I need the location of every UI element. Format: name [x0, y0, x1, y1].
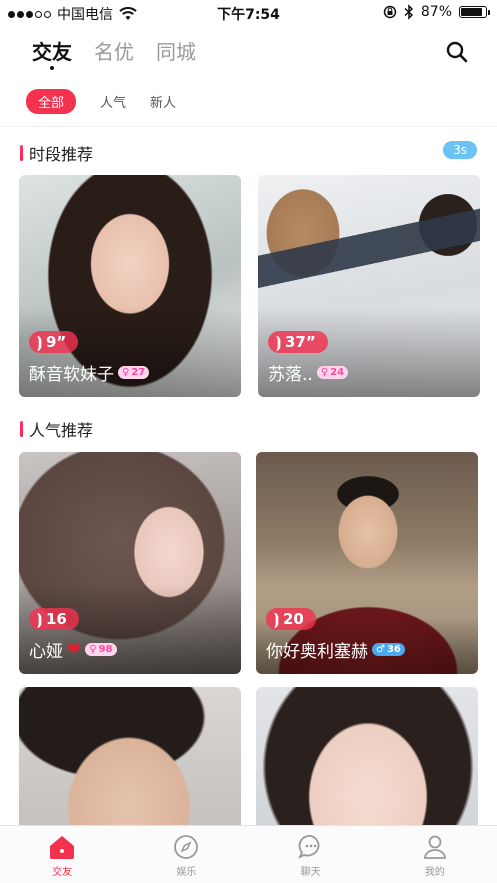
nav-yule[interactable]: 娱乐: [124, 826, 248, 883]
user-name-row: 苏落.. ♀ 24: [268, 360, 349, 385]
user-name-row: 酥音软妹子 ♀ 27: [29, 360, 150, 385]
filter-chips: 全部 人气 新人: [26, 89, 176, 114]
tab-jiaoyou[interactable]: 交友: [32, 36, 72, 70]
home-icon: [50, 836, 75, 859]
count-value: 24: [330, 367, 345, 378]
count-badge: ♂ 36: [372, 643, 405, 656]
count-badge: ♀ 24: [316, 366, 349, 379]
status-bar: 中国电信 下午7:54 87%: [0, 0, 497, 26]
tab-label: 同城: [156, 40, 196, 64]
voice-duration-badge[interactable]: ⦘ 37”: [268, 331, 328, 353]
user-photo: [19, 687, 241, 847]
filter-all[interactable]: 全部: [26, 89, 77, 114]
voice-duration-badge[interactable]: ⦘ 9”: [29, 331, 79, 353]
count-badge: ♀ 27: [118, 366, 150, 379]
female-symbol-icon: ♀: [89, 644, 97, 655]
voice-duration: 37”: [285, 333, 316, 351]
profile-icon: [423, 835, 446, 859]
user-card[interactable]: ⦘ 37” 苏落.. ♀ 24: [258, 175, 480, 397]
user-name: 酥音软妹子: [29, 365, 114, 385]
user-name: 苏落..: [268, 365, 313, 385]
search-icon[interactable]: [445, 40, 469, 64]
battery-icon: [459, 6, 490, 18]
count-badge: ♀ 98: [85, 643, 117, 656]
section-title-text: 时段推荐: [29, 145, 94, 164]
section-title-text: 人气推荐: [29, 421, 94, 440]
section-popular-title: 人气推荐: [20, 417, 93, 441]
user-card[interactable]: ⦘ 9” 酥音软妹子 ♀ 27: [19, 175, 241, 397]
section-time-slot-title: 时段推荐: [20, 141, 93, 165]
timer-badge: 3s: [443, 141, 477, 159]
user-card[interactable]: ⦘ 20 你好奥利塞赫 ♂ 36: [256, 452, 478, 674]
user-name-row: 你好奥利塞赫 ♂ 36: [266, 637, 405, 662]
female-symbol-icon: ♀: [320, 367, 329, 378]
divider: [0, 126, 497, 127]
voice-wave-icon: ⦘: [276, 333, 281, 351]
voice-wave-icon: ⦘: [274, 610, 279, 628]
voice-duration-badge[interactable]: ⦘ 16: [29, 608, 79, 630]
tab-tongcheng[interactable]: 同城: [156, 36, 196, 65]
compass-icon: [174, 835, 199, 859]
nav-liaotian[interactable]: 聊天: [249, 826, 373, 883]
count-value: 98: [98, 644, 113, 655]
female-symbol-icon: ♀: [122, 367, 130, 378]
nav-label: 我的: [424, 867, 445, 878]
active-tab-indicator: [50, 66, 54, 70]
male-symbol-icon: ♂: [376, 644, 385, 655]
tab-label: 交友: [32, 40, 72, 64]
filter-popular[interactable]: 人气: [100, 89, 126, 114]
bluetooth-icon: [404, 4, 413, 20]
nav-label: 聊天: [300, 867, 321, 878]
voice-duration: 16: [46, 610, 67, 628]
nav-wode[interactable]: 我的: [373, 826, 497, 883]
tab-label: 名优: [94, 40, 134, 64]
battery-percent: 87%: [420, 4, 452, 20]
bottom-nav: 交友 娱乐 聊天 我的: [0, 825, 497, 883]
user-name-row: 心娅 ❤ ♀ 98: [29, 637, 117, 662]
section-accent-bar: [20, 145, 23, 161]
user-card[interactable]: [19, 687, 241, 847]
chat-icon: [297, 835, 320, 859]
tab-mingyou[interactable]: 名优: [94, 36, 134, 65]
top-tabs: 交友 名优 同城: [32, 36, 196, 70]
voice-duration-badge[interactable]: ⦘ 20: [266, 608, 316, 630]
nav-label: 交友: [52, 867, 73, 878]
user-photo: [256, 687, 478, 847]
nav-label: 娱乐: [176, 867, 197, 878]
section-accent-bar: [20, 421, 23, 437]
count-value: 36: [386, 644, 401, 655]
user-card[interactable]: [256, 687, 478, 847]
voice-wave-icon: ⦘: [37, 333, 42, 351]
user-card[interactable]: ⦘ 16 心娅 ❤ ♀ 98: [19, 452, 241, 674]
rotation-lock-icon: [383, 5, 397, 19]
filter-new[interactable]: 新人: [150, 89, 176, 114]
status-right: 87%: [383, 4, 490, 20]
count-value: 27: [131, 367, 146, 378]
user-name: 你好奥利塞赫: [266, 642, 368, 662]
nav-jiaoyou[interactable]: 交友: [0, 826, 124, 883]
heart-emoji-icon: ❤: [67, 639, 82, 660]
user-name: 心娅: [29, 642, 63, 662]
voice-duration: 20: [283, 610, 304, 628]
voice-wave-icon: ⦘: [37, 610, 42, 628]
voice-duration: 9”: [46, 333, 67, 351]
